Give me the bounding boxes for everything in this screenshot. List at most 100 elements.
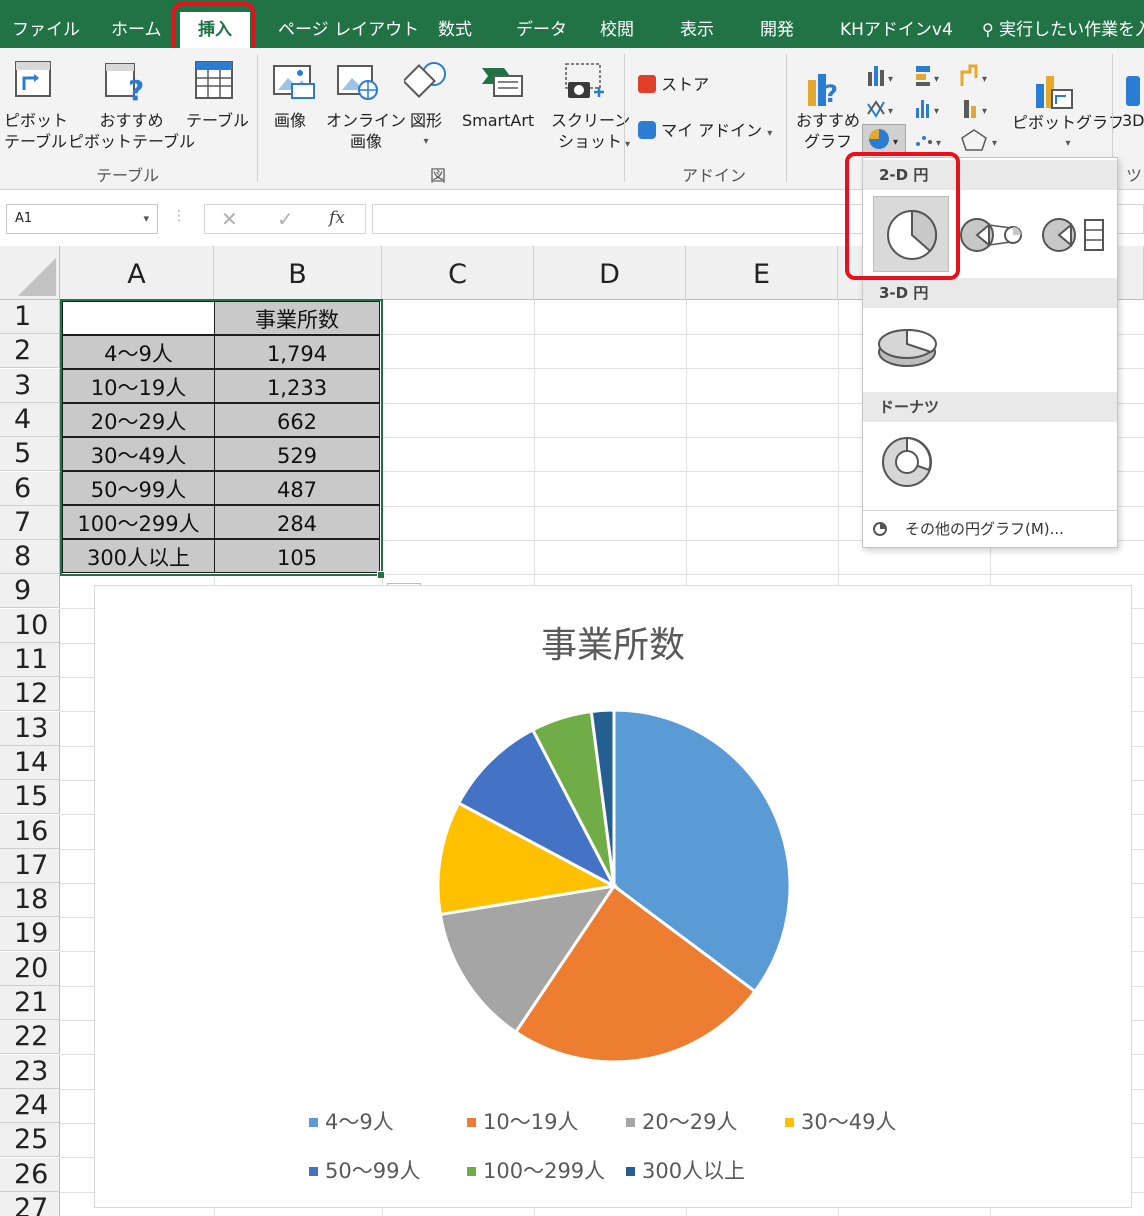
name-box-value: A1 — [15, 211, 33, 226]
chevron-down-icon: ▾ — [1065, 138, 1071, 149]
pie-chart[interactable]: 事業所数 4～9人 10～19人 20～29人 30～49人 50～99人 100～299… — [94, 585, 1132, 1208]
row-header-5[interactable]: 5 — [0, 437, 60, 472]
column-header-a[interactable]: A — [60, 246, 214, 300]
row-header-22[interactable]: 22 — [0, 1020, 60, 1055]
column-header-d[interactable]: D — [534, 246, 686, 300]
row-header-4[interactable]: 4 — [0, 402, 60, 437]
image-button[interactable]: 画像 — [274, 110, 306, 131]
tab-review[interactable]: 校閲 — [600, 12, 634, 48]
enter-icon[interactable]: ✓ — [277, 207, 294, 231]
tab-kh-addin[interactable]: KHアドインv4 — [840, 12, 953, 48]
svg-text:▾: ▾ — [893, 137, 898, 148]
vertical-dots-icon: ⋮ — [172, 208, 186, 224]
highlight-2d-pie — [845, 152, 960, 280]
pie-plot-area[interactable] — [95, 586, 1131, 1207]
tab-view[interactable]: 表示 — [680, 12, 714, 48]
chevron-down-icon: ▾ — [143, 212, 149, 225]
row-header-7[interactable]: 7 — [0, 505, 60, 540]
formula-buttons: ✕ ✓ fx — [204, 204, 366, 234]
group-label-addins: アドイン — [682, 166, 747, 185]
screenshot-button[interactable]: スクリーン ショット ▾ — [551, 110, 630, 155]
row-header-8[interactable]: 8 — [0, 540, 60, 575]
smartart-button[interactable]: SmartArt — [462, 110, 534, 131]
menu-divider — [863, 510, 1117, 511]
row-header-23[interactable]: 23 — [0, 1054, 60, 1089]
row-header-24[interactable]: 24 — [0, 1088, 60, 1123]
row-header-2[interactable]: 2 — [0, 334, 60, 369]
row-header-15[interactable]: 15 — [0, 780, 60, 815]
online-image-icon — [336, 60, 380, 104]
row-header-11[interactable]: 11 — [0, 643, 60, 677]
row-header-26[interactable]: 26 — [0, 1157, 60, 1192]
chevron-down-icon: ▾ — [423, 136, 429, 147]
tab-formulas[interactable]: 数式 — [438, 12, 472, 48]
row-header-3[interactable]: 3 — [0, 368, 60, 403]
donut-option[interactable] — [873, 430, 949, 494]
pie-3d-icon — [878, 328, 938, 367]
row-header-6[interactable]: 6 — [0, 471, 60, 506]
recommended-pivot-icon: ? — [104, 60, 148, 107]
function-icon[interactable]: fx — [329, 208, 345, 228]
line-chart-icon[interactable]: ▾ ▾ ▾ — [866, 94, 1006, 126]
row-header-27[interactable]: 27 — [0, 1191, 60, 1216]
section-3d-pie: 3-D 円 — [863, 278, 1117, 308]
row-header-14[interactable]: 14 — [0, 745, 60, 780]
row-header-20[interactable]: 20 — [0, 951, 60, 986]
online-image-button[interactable]: オンライン 画像 — [326, 110, 406, 152]
row-header-9[interactable]: 9 — [0, 574, 60, 609]
column-header-b[interactable]: B — [214, 246, 382, 300]
tab-page-layout[interactable]: ページ レイアウト — [278, 12, 419, 48]
row-header-21[interactable]: 21 — [0, 986, 60, 1020]
row-header-16[interactable]: 16 — [0, 814, 60, 849]
svg-text:▾: ▾ — [934, 74, 939, 85]
name-box[interactable]: A1 ▾ — [6, 204, 158, 234]
group-label-tours: ツ — [1126, 166, 1143, 185]
row-header-13[interactable]: 13 — [0, 711, 60, 746]
bar-of-pie-option[interactable] — [1035, 210, 1111, 260]
row-header-25[interactable]: 25 — [0, 1123, 60, 1158]
recommended-charts-button[interactable]: おすすめ グラフ — [796, 110, 860, 152]
pivot-chart-icon — [1034, 72, 1078, 112]
addin-icon — [638, 121, 656, 139]
chevron-down-icon: ▾ — [767, 128, 773, 139]
cancel-icon[interactable]: ✕ — [221, 207, 238, 231]
table-button[interactable]: テーブル — [186, 110, 249, 131]
store-label: ストア — [661, 75, 710, 94]
tab-file[interactable]: ファイル — [12, 12, 80, 48]
pie-of-pie-option[interactable] — [955, 210, 1025, 260]
row-header-19[interactable]: 19 — [0, 917, 60, 952]
more-pie-charts-item[interactable]: その他の円グラフ(M)... — [873, 516, 1109, 542]
store-button[interactable]: ストア — [638, 74, 709, 95]
recommended-pivot-label-2: ピボットテーブル — [68, 132, 196, 151]
pie-of-pie-icon — [960, 218, 1022, 252]
svg-text:?: ? — [128, 74, 144, 104]
pivot-chart-button[interactable]: ピボットグラフ ▾ — [1012, 112, 1124, 154]
tab-home[interactable]: ホーム — [111, 12, 162, 48]
scatter-radar-icons[interactable]: ▾ ▾ — [912, 126, 1012, 154]
tab-developer[interactable]: 開発 — [760, 12, 794, 48]
row-header-10[interactable]: 10 — [0, 608, 60, 643]
pie-3d-option[interactable] — [873, 318, 949, 378]
svg-text:▾: ▾ — [982, 106, 987, 117]
recommended-charts-label-2: グラフ — [804, 132, 853, 151]
shapes-button[interactable]: 図形 ▾ — [410, 110, 442, 152]
select-all-corner[interactable] — [0, 246, 60, 300]
3d-map-button[interactable]: 3D — [1122, 110, 1144, 131]
column-header-e[interactable]: E — [686, 246, 838, 300]
column-header-c[interactable]: C — [382, 246, 534, 300]
row-header-12[interactable]: 12 — [0, 677, 60, 712]
image-icon — [272, 60, 316, 104]
group-separator — [786, 54, 787, 182]
row-header-18[interactable]: 18 — [0, 883, 60, 918]
column-chart-icon[interactable]: ▾ ▾ ▾ — [866, 62, 1006, 94]
pivot-table-button[interactable]: ピボット テーブル — [4, 110, 68, 152]
pie-chart-dropdown-button[interactable]: ▾ — [862, 124, 906, 154]
row-header-1[interactable]: 1 — [0, 300, 60, 334]
tab-data[interactable]: データ — [516, 12, 567, 48]
group-separator — [624, 54, 625, 182]
fill-handle[interactable] — [377, 571, 385, 579]
recommended-pivot-button[interactable]: おすすめ ピボットテーブル — [68, 110, 195, 152]
row-header-17[interactable]: 17 — [0, 848, 60, 883]
my-addins-button[interactable]: マイ アドイン ▾ — [638, 120, 772, 144]
tell-me-box[interactable]: ⚲ 実行したい作業を入 — [982, 12, 1144, 48]
